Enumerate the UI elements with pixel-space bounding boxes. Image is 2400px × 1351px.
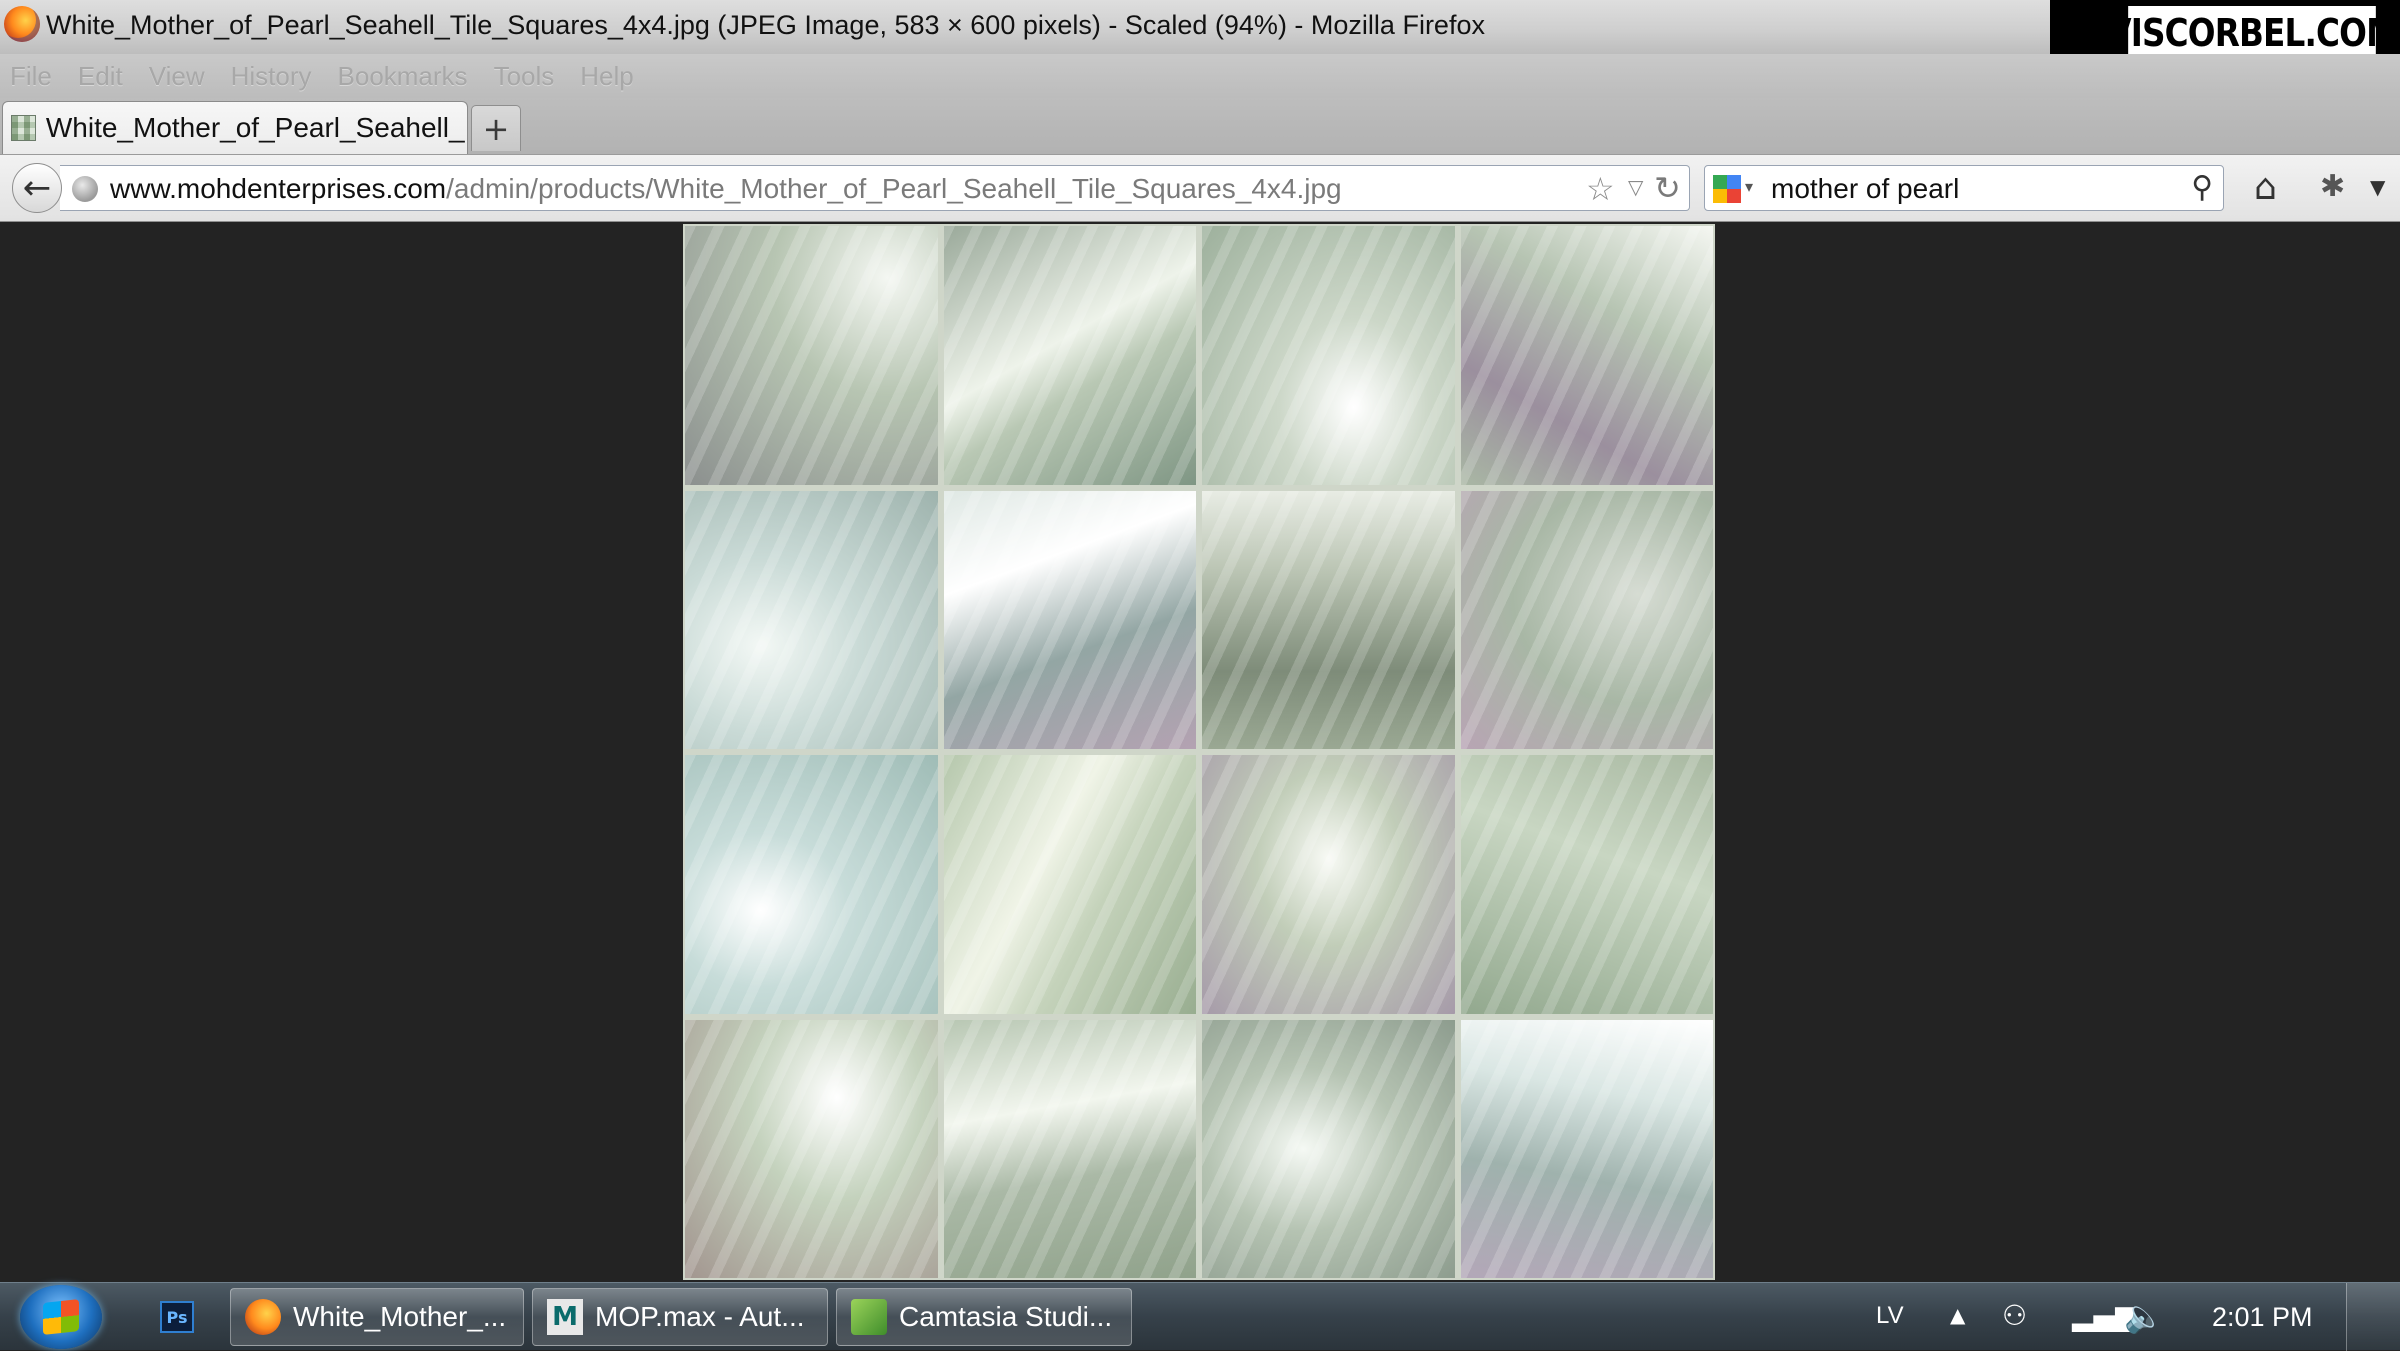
url-history-dropdown-icon[interactable]: ▽ <box>1628 175 1643 199</box>
tile <box>943 226 1196 485</box>
tile <box>1202 490 1455 749</box>
3dsmax-icon: M <box>547 1299 583 1335</box>
show-desktop-button[interactable] <box>2346 1283 2400 1351</box>
language-indicator[interactable]: LV <box>1876 1302 1904 1330</box>
menu-bar: File Edit View History Bookmarks Tools H… <box>0 54 2400 98</box>
tile <box>1460 226 1713 485</box>
tile <box>1460 490 1713 749</box>
menu-file[interactable]: File <box>10 61 52 92</box>
show-hidden-icons-icon[interactable]: ▲ <box>1950 1303 1965 1327</box>
taskbar-item-label: Camtasia Studi... <box>899 1301 1113 1332</box>
menu-tools[interactable]: Tools <box>494 61 555 92</box>
search-bar[interactable]: ▾ mother of pearl ⚲ <box>1704 165 2224 211</box>
menu-history[interactable]: History <box>231 61 312 92</box>
navigation-toolbar: www.mohdenterprises.com/admin/products/W… <box>0 154 2400 222</box>
search-icon[interactable]: ⚲ <box>2191 170 2213 205</box>
new-tab-button[interactable]: + <box>471 105 521 151</box>
tab-strip: White_Mother_of_Pearl_Seahell_... + <box>0 98 2400 154</box>
toolbar-dropdown-icon[interactable]: ▼ <box>2370 175 2385 199</box>
menu-bookmarks[interactable]: Bookmarks <box>338 61 468 92</box>
tab-image[interactable]: White_Mother_of_Pearl_Seahell_... <box>2 101 468 154</box>
firefox-logo-icon[interactable] <box>4 6 40 42</box>
reload-icon[interactable]: ↻ <box>1654 169 1681 207</box>
tile <box>685 226 938 485</box>
tile <box>1202 226 1455 485</box>
window-title-bar: White_Mother_of_Pearl_Seahell_Tile_Squar… <box>0 0 2400 54</box>
back-arrow-icon: ← <box>22 168 52 208</box>
menu-view[interactable]: View <box>149 61 205 92</box>
tab-label: White_Mother_of_Pearl_Seahell_... <box>45 112 467 143</box>
tile <box>685 1019 938 1278</box>
tile <box>943 755 1196 1014</box>
menu-help[interactable]: Help <box>580 61 633 92</box>
back-button[interactable]: ← <box>12 163 62 213</box>
start-button[interactable] <box>20 1285 102 1349</box>
taskbar-item-3dsmax[interactable]: M MOP.max - Aut... <box>532 1288 828 1346</box>
mother-of-pearl-tile-image[interactable] <box>683 224 1715 1280</box>
page-content <box>0 222 2400 1336</box>
tile <box>1202 755 1455 1014</box>
firefox-icon <box>245 1299 281 1335</box>
tile <box>685 755 938 1014</box>
url-bar[interactable]: www.mohdenterprises.com/admin/products/W… <box>60 165 1690 211</box>
taskbar-item-label: MOP.max - Aut... <box>595 1301 805 1332</box>
addon-bug-icon[interactable]: ✱ <box>2320 169 2345 204</box>
network-icon[interactable]: ⚇ <box>2002 1299 2027 1332</box>
site-identity-globe-icon[interactable] <box>72 176 98 202</box>
url-host: www.mohdenterprises.com <box>110 173 447 204</box>
search-input[interactable]: mother of pearl <box>1771 173 1959 205</box>
taskbar-item-label: White_Mother_... <box>293 1301 507 1332</box>
camtasia-icon <box>851 1299 887 1335</box>
tile <box>1202 1019 1455 1278</box>
tile <box>943 490 1196 749</box>
photoshop-icon[interactable]: Ps <box>160 1301 194 1333</box>
tile <box>1460 1019 1713 1278</box>
windows-logo-icon <box>43 1299 79 1335</box>
menu-edit[interactable]: Edit <box>78 61 123 92</box>
url-text[interactable]: www.mohdenterprises.com/admin/products/W… <box>110 173 1342 205</box>
url-path: /admin/products/White_Mother_of_Pearl_Se… <box>446 173 1342 204</box>
tile <box>943 1019 1196 1278</box>
bookmark-star-icon[interactable]: ☆ <box>1586 170 1615 208</box>
taskbar-clock[interactable]: 2:01 PM <box>2212 1302 2313 1333</box>
engine-dropdown-icon[interactable]: ▾ <box>1745 177 1753 196</box>
brand-watermark-text: VISCORBEL.COM <box>2106 6 2399 60</box>
image-favicon-icon <box>11 115 36 141</box>
tile <box>685 490 938 749</box>
window-title: White_Mother_of_Pearl_Seahell_Tile_Squar… <box>46 10 1485 40</box>
taskbar-item-camtasia[interactable]: Camtasia Studi... <box>836 1288 1132 1346</box>
google-engine-icon[interactable] <box>1713 175 1741 203</box>
home-icon[interactable]: ⌂ <box>2254 167 2277 208</box>
volume-icon[interactable]: 🔈 <box>2124 1297 2164 1335</box>
windows-taskbar: Ps White_Mother_... M MOP.max - Aut... C… <box>0 1282 2400 1351</box>
tile <box>1460 755 1713 1014</box>
taskbar-item-firefox[interactable]: White_Mother_... <box>230 1288 524 1346</box>
